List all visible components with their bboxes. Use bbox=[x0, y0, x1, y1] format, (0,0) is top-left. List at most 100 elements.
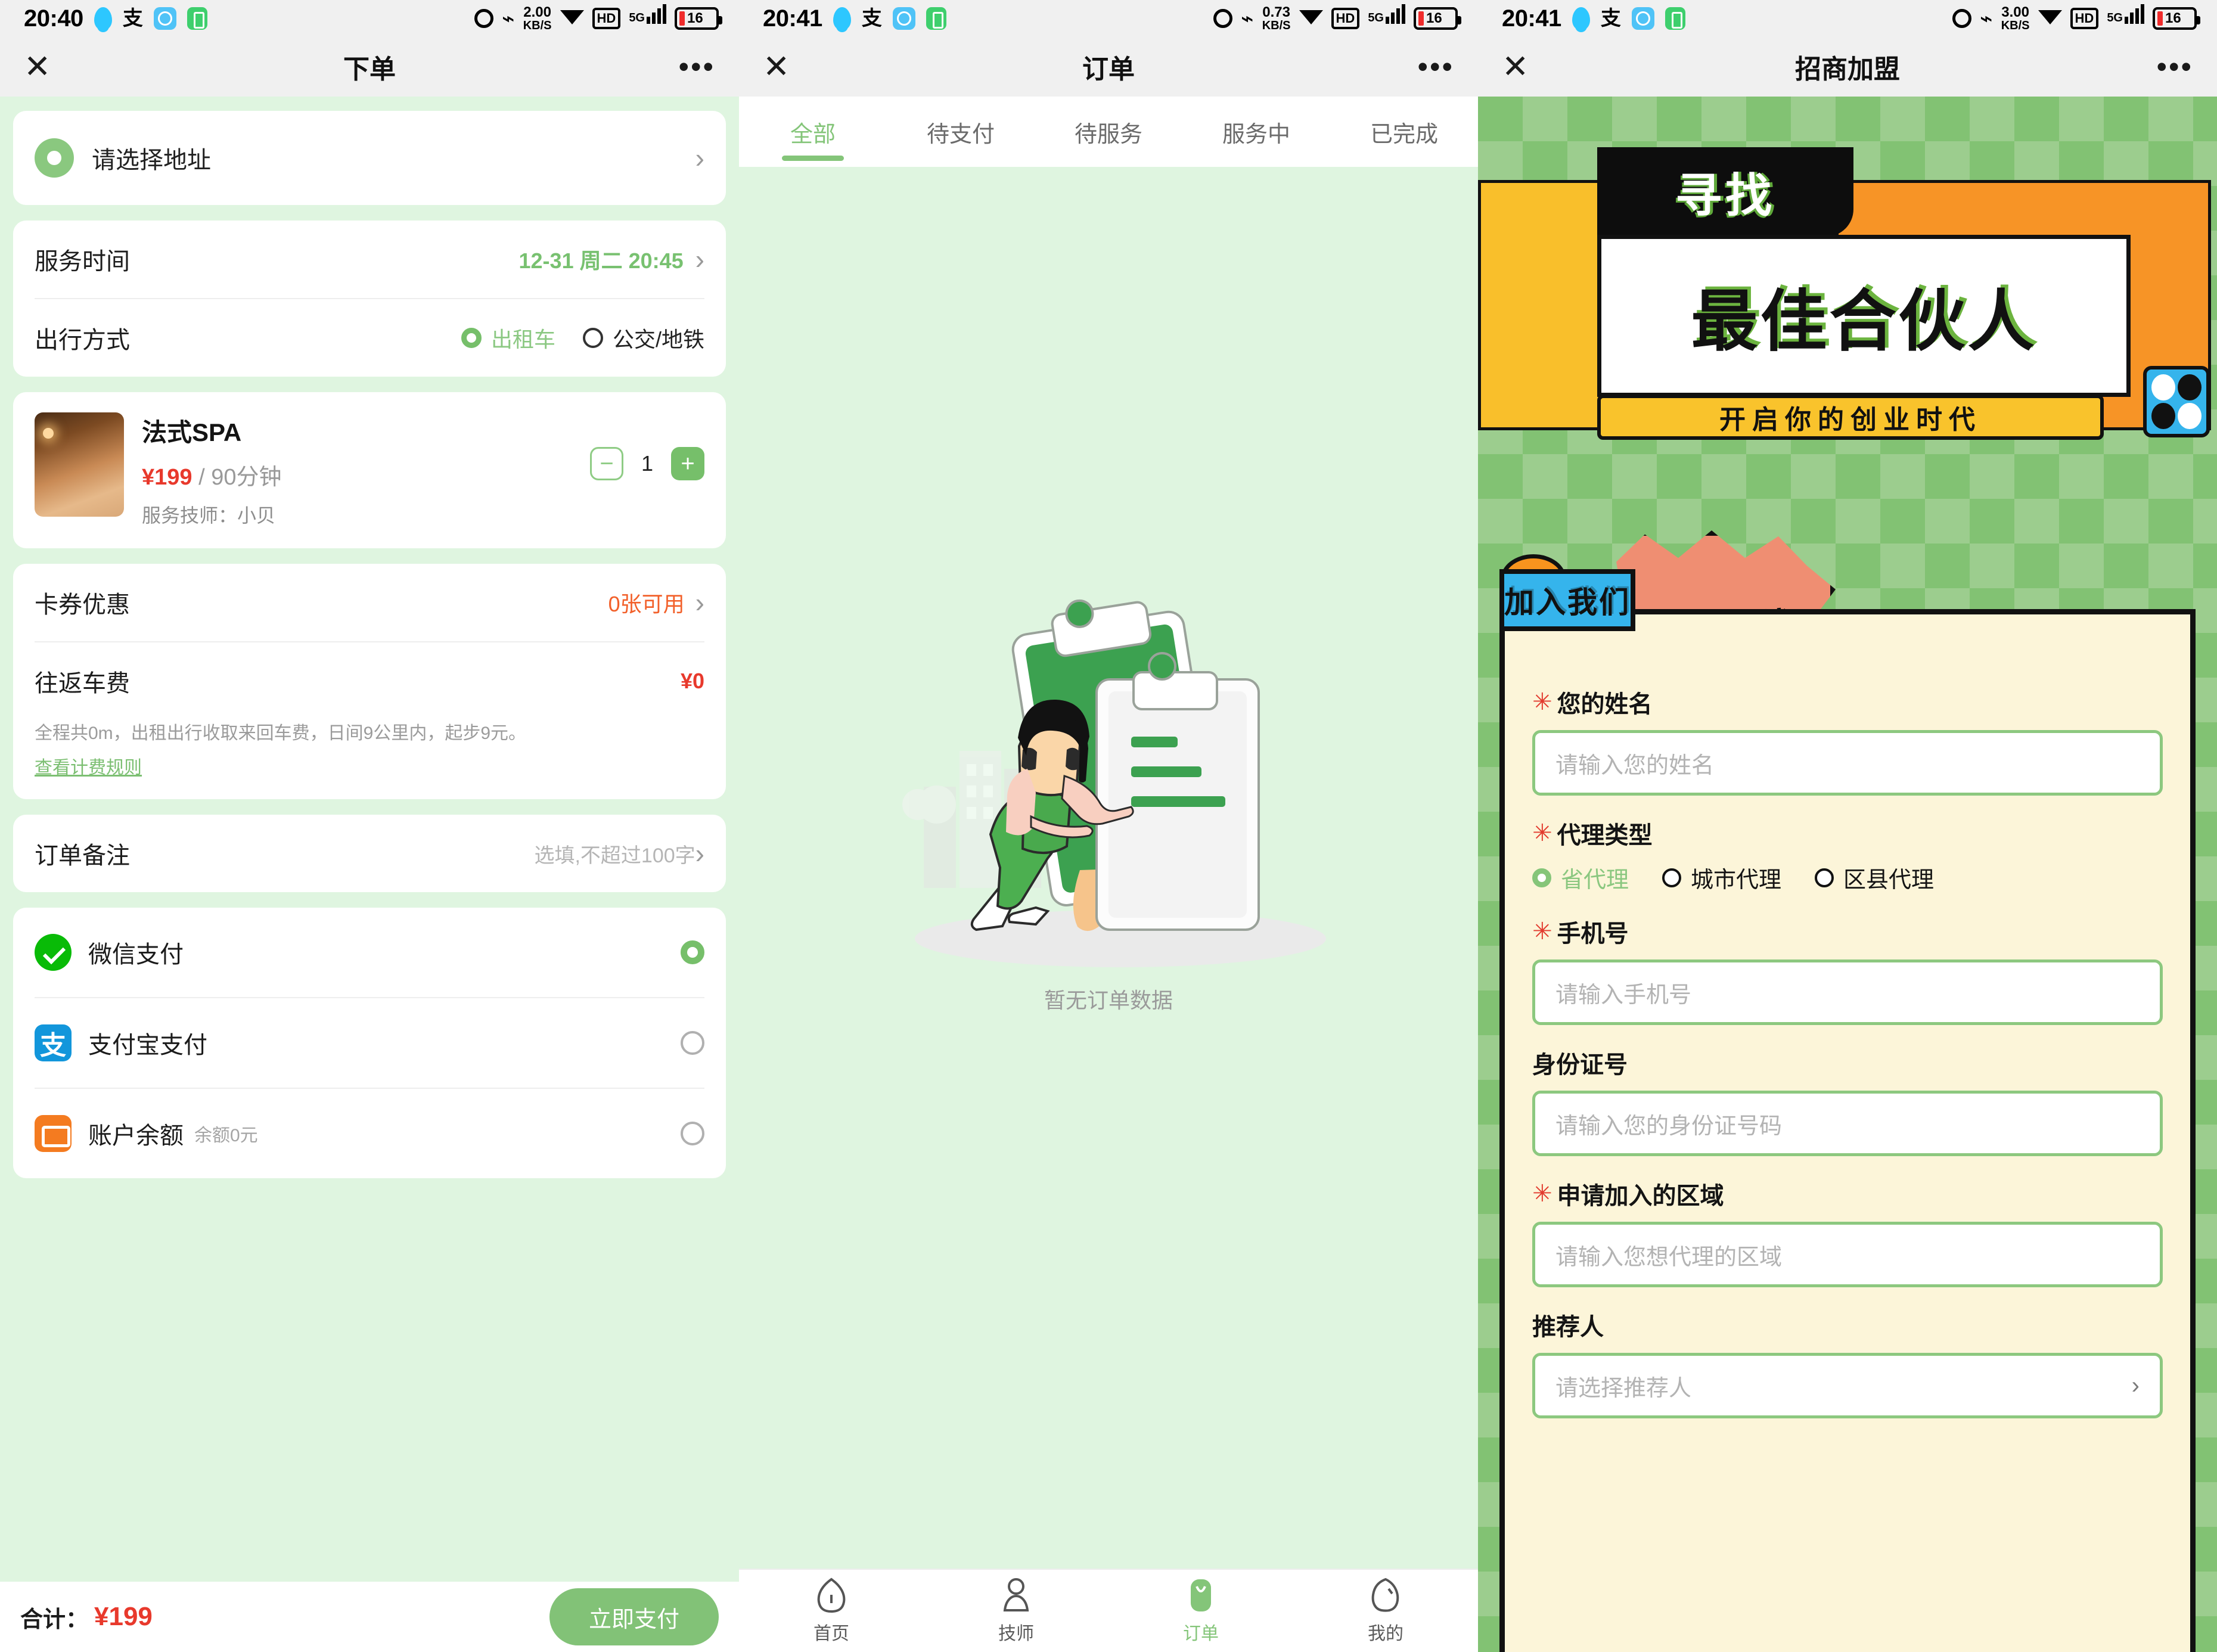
radio-dot-selected bbox=[1532, 868, 1551, 887]
radio-city-agent[interactable]: 城市代理 bbox=[1662, 861, 1781, 894]
payment-row-alipay[interactable]: 支 支付宝支付 bbox=[13, 998, 726, 1088]
page-title: 招商加盟 bbox=[1795, 55, 1900, 84]
tab-pending-service[interactable]: 待服务 bbox=[1035, 97, 1182, 167]
battery-app-icon bbox=[187, 7, 207, 30]
network-speed: 3.00 KB/S bbox=[2001, 4, 2030, 32]
tab-pending-payment[interactable]: 待支付 bbox=[887, 97, 1035, 167]
more-icon[interactable]: ••• bbox=[1417, 52, 1454, 82]
payment-label: 微信支付 bbox=[88, 942, 184, 968]
join-form-tag-text: 加入我们 bbox=[1504, 586, 1631, 619]
status-bar-left: 20:41 支 bbox=[763, 5, 946, 32]
name-input[interactable]: 请输入您的姓名 bbox=[1532, 730, 2163, 796]
phone-field-label: ✳ 手机号 bbox=[1532, 914, 2163, 949]
radio-transit[interactable]: 公交/地铁 bbox=[582, 322, 704, 353]
tabbar-label: 首页 bbox=[813, 1624, 849, 1644]
fare-rules-link[interactable]: 查看计费规则 bbox=[35, 753, 142, 779]
payment-row-wechat[interactable]: 微信支付 bbox=[13, 908, 726, 997]
tab-in-service[interactable]: 服务中 bbox=[1182, 97, 1330, 167]
more-icon[interactable]: ••• bbox=[678, 52, 715, 82]
alarm-icon bbox=[1952, 9, 1972, 28]
qq-icon bbox=[833, 7, 851, 32]
payment-radio[interactable] bbox=[681, 1031, 704, 1055]
agent-type-options: 省代理 城市代理 区县代理 bbox=[1532, 861, 2163, 894]
page-title: 订单 bbox=[1082, 55, 1135, 84]
status-time: 20:41 bbox=[1502, 5, 1561, 32]
promo-banner: 寻找 最佳合伙人 开启你的创业时代 bbox=[1478, 97, 2217, 478]
name-placeholder: 请输入您的姓名 bbox=[1555, 753, 1715, 778]
payment-row-balance[interactable]: 账户余额 余额0元 bbox=[13, 1089, 726, 1178]
service-item-unit: / 90分钟 bbox=[198, 465, 282, 490]
status-time: 20:41 bbox=[763, 5, 822, 32]
tabbar-item-profile[interactable]: 我的 bbox=[1293, 1577, 1478, 1645]
phone-input[interactable]: 请输入手机号 bbox=[1532, 959, 2163, 1025]
id-card-field-label: 身份证号 bbox=[1532, 1045, 2163, 1080]
hd-icon: HD bbox=[592, 8, 621, 29]
required-asterisk: ✳ bbox=[1532, 820, 1552, 846]
decrease-quantity-button[interactable]: − bbox=[590, 447, 623, 480]
referrer-select[interactable]: 请选择推荐人 › bbox=[1532, 1353, 2163, 1418]
wifi-icon bbox=[1299, 9, 1323, 28]
remark-card[interactable]: 订单备注 选填,不超过100字 › bbox=[13, 815, 726, 892]
radio-dot-unselected bbox=[1815, 868, 1834, 887]
region-label-text: 申请加入的区域 bbox=[1557, 1183, 1724, 1209]
remark-row[interactable]: 订单备注 选填,不超过100字 › bbox=[13, 815, 726, 892]
service-time-row[interactable]: 服务时间 12-31 周二 20:45 › bbox=[13, 221, 726, 298]
status-bar-right: ⌁ 2.00 KB/S HD 5G 16 bbox=[474, 4, 722, 33]
payment-radio[interactable] bbox=[681, 1122, 704, 1145]
signal-icon: 5G bbox=[1368, 4, 1405, 33]
address-card[interactable]: 请选择地址 › bbox=[13, 111, 726, 205]
radio-dot-unselected bbox=[1662, 868, 1682, 887]
bluetooth-icon: ⌁ bbox=[502, 6, 515, 30]
banner-subline: 开启你的创业时代 bbox=[1719, 405, 1982, 434]
home-icon bbox=[817, 1578, 846, 1613]
more-icon[interactable]: ••• bbox=[2156, 52, 2193, 82]
battery-icon: 16 bbox=[1414, 7, 1461, 30]
coupon-row[interactable]: 卡券优惠 0张可用 › bbox=[13, 564, 726, 641]
radio-dot-selected bbox=[461, 328, 482, 348]
app-icon bbox=[1631, 7, 1654, 30]
tabbar-item-technician[interactable]: 技师 bbox=[924, 1577, 1108, 1645]
coupon-value: 0张可用 bbox=[608, 592, 685, 616]
chevron-right-icon: › bbox=[695, 142, 704, 173]
required-asterisk: ✳ bbox=[1532, 1181, 1552, 1207]
radio-province-agent[interactable]: 省代理 bbox=[1532, 861, 1629, 894]
close-icon[interactable]: ✕ bbox=[763, 51, 790, 83]
tabbar-label: 我的 bbox=[1368, 1624, 1404, 1644]
bluetooth-icon: ⌁ bbox=[1241, 6, 1254, 30]
phone-label-text: 手机号 bbox=[1557, 921, 1629, 947]
close-icon[interactable]: ✕ bbox=[24, 51, 51, 83]
radio-district-agent[interactable]: 区县代理 bbox=[1815, 861, 1934, 894]
service-time-value: 12-31 周二 20:45 bbox=[518, 249, 684, 273]
empty-caption: 暂无订单数据 bbox=[1044, 988, 1173, 1013]
tab-completed[interactable]: 已完成 bbox=[1330, 97, 1478, 167]
status-bar-left: 20:41 支 bbox=[1502, 5, 1685, 32]
close-icon[interactable]: ✕ bbox=[1502, 51, 1529, 83]
region-input[interactable]: 请输入您想代理的区域 bbox=[1532, 1222, 2163, 1287]
id-card-label-text: 身份证号 bbox=[1532, 1052, 1628, 1078]
panel-franchise-application: 20:41 支 ⌁ 3.00 KB/S HD 5G 16 ✕ 招商加盟 ••• … bbox=[1478, 0, 2217, 1652]
service-options-card: 服务时间 12-31 周二 20:45 › 出行方式 出租车 公交/地铁 bbox=[13, 221, 726, 377]
tabbar-item-home[interactable]: 首页 bbox=[739, 1577, 924, 1645]
chevron-right-icon: › bbox=[695, 244, 704, 275]
alarm-icon bbox=[1213, 9, 1233, 28]
address-row[interactable]: 请选择地址 › bbox=[13, 111, 726, 205]
app-icon bbox=[153, 7, 176, 30]
nav-bar: ✕ 订单 ••• bbox=[739, 37, 1478, 97]
banner-headline-box: 最佳合伙人 bbox=[1597, 235, 2131, 397]
banner-tag: 寻找 bbox=[1597, 147, 1853, 237]
id-card-placeholder: 请输入您的身份证号码 bbox=[1555, 1113, 1783, 1139]
id-card-input[interactable]: 请输入您的身份证号码 bbox=[1532, 1091, 2163, 1156]
payment-radio-selected[interactable] bbox=[681, 940, 704, 964]
tab-all[interactable]: 全部 bbox=[739, 97, 887, 167]
name-field-label: ✳ 您的姓名 bbox=[1532, 685, 2163, 719]
radio-taxi[interactable]: 出租车 bbox=[461, 322, 555, 353]
signal-icon: 5G bbox=[2107, 4, 2144, 33]
coupon-label: 卡券优惠 bbox=[35, 592, 130, 618]
radio-label: 城市代理 bbox=[1691, 868, 1782, 893]
battery-app-icon bbox=[1665, 7, 1685, 30]
tabbar-item-orders[interactable]: 订单 bbox=[1108, 1577, 1293, 1645]
pay-now-button[interactable]: 立即支付 bbox=[549, 1588, 719, 1645]
increase-quantity-button[interactable]: + bbox=[671, 447, 704, 480]
battery-icon: 16 bbox=[2153, 7, 2200, 30]
panel-orders-list: 20:41 支 ⌁ 0.73 KB/S HD 5G 16 ✕ 订单 ••• 全部… bbox=[739, 0, 1478, 1652]
